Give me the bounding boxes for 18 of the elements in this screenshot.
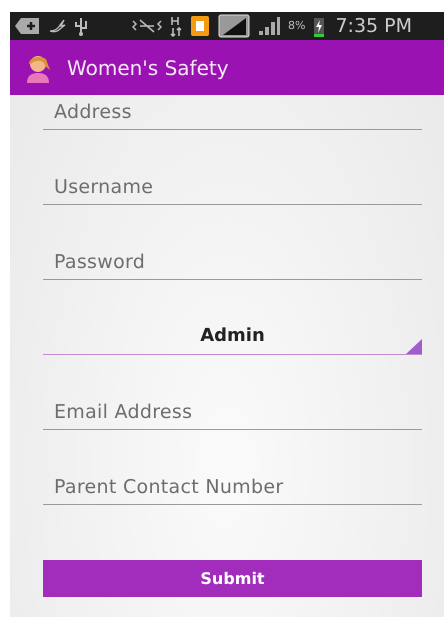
input-field[interactable]: Parent Contact Number — [43, 472, 422, 505]
signal-box-icon — [218, 14, 250, 38]
usb-icon — [74, 16, 88, 36]
input-field[interactable]: Password — [43, 247, 422, 280]
clock-time: 7:35 PM — [335, 14, 412, 39]
battery-charging-icon — [313, 15, 326, 37]
notification-icon — [190, 15, 210, 37]
input-field[interactable]: Address — [43, 97, 422, 130]
signal-icon — [258, 16, 280, 36]
plus-tag-icon — [14, 17, 40, 35]
input-field[interactable]: Username — [43, 172, 422, 205]
dropdown-spinner[interactable]: Admin — [43, 322, 422, 355]
data-arrows-icon — [170, 15, 182, 37]
input-field[interactable]: Email Address — [43, 397, 422, 430]
dropdown-triangle-icon — [406, 339, 422, 354]
battery-percent: 8% — [288, 18, 306, 34]
app-title: Women's Safety — [67, 54, 229, 82]
submit-button[interactable]: Submit — [43, 560, 422, 597]
